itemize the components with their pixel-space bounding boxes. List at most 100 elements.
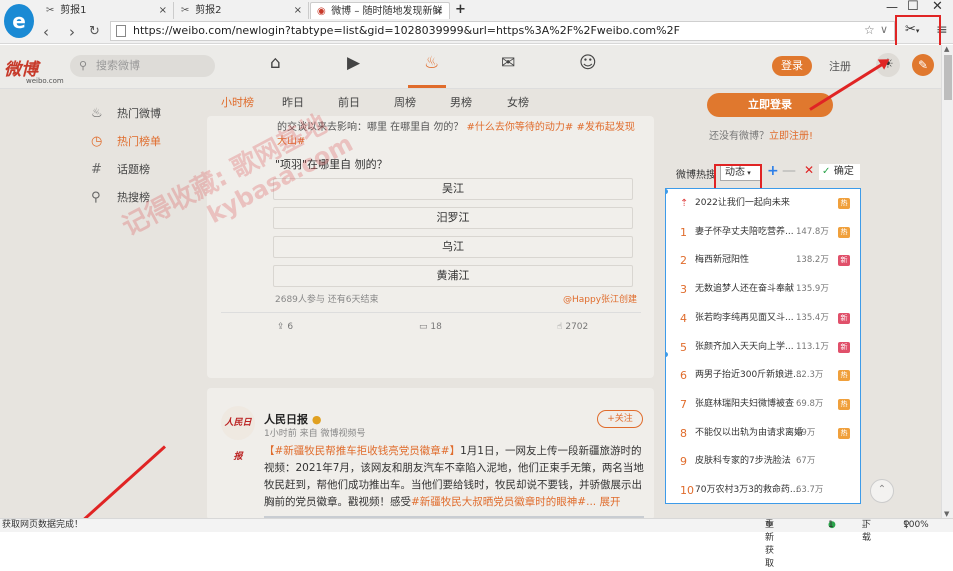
poll-topic-link[interactable]: #什么去你等待的动力# <box>467 122 574 133</box>
back-icon[interactable]: ‹ <box>43 23 49 41</box>
tab-hourly[interactable]: 小时榜 <box>221 90 254 116</box>
window-close-icon[interactable]: ✕ <box>932 0 943 14</box>
tab-clip-1[interactable]: ✂ 剪报1 × <box>40 2 174 19</box>
avatar[interactable]: 人民日报 <box>221 406 255 462</box>
refresh-icon[interactable]: ↻ <box>89 24 100 39</box>
plus-icon[interactable]: + <box>767 163 779 179</box>
hot-fire-icon[interactable]: ♨ <box>424 53 439 73</box>
hot-search-title[interactable]: 无数追梦人还在奋斗奉献 <box>695 275 794 304</box>
count-label: 1 <box>828 520 834 530</box>
hot-search-item[interactable]: 1 妻子怀孕丈夫陪吃营养... 147.8万热 <box>666 218 860 247</box>
compose-icon[interactable]: ✎ <box>912 54 934 76</box>
poll-option[interactable]: 吴江 <box>273 178 633 200</box>
search-icon: ⚲ <box>91 190 101 205</box>
hot-search-item[interactable]: 10 70万农村3万3的救命药... 63.7万 <box>666 476 860 503</box>
tab-day-before[interactable]: 前日 <box>338 90 360 116</box>
address-bar[interactable]: https://weibo.com/newlogin?tabtype=list&… <box>110 21 895 41</box>
close-icon[interactable]: × <box>435 3 443 20</box>
chevron-down-icon[interactable]: ∨ <box>880 23 888 36</box>
forward-icon[interactable]: › <box>69 23 75 41</box>
follow-button[interactable]: +关注 <box>597 410 643 428</box>
maximize-icon[interactable]: ☐ <box>907 0 919 14</box>
tab-male[interactable]: 男榜 <box>450 90 472 116</box>
header-register-link[interactable]: 注册 <box>829 58 851 74</box>
no-account-text: 还没有微博？立即注册! <box>709 127 813 142</box>
sidebar-item-hot-list[interactable]: ◷ 热门榜单 <box>87 128 202 156</box>
divider <box>221 312 641 313</box>
expand-link[interactable]: ... 展开 <box>586 496 620 508</box>
post-topic-link[interactable]: 【#新疆牧民帮推车拒收钱亮党员徽章#】 <box>264 445 460 457</box>
hot-search-item[interactable]: ⇡ 2022让我们一起向未来 热 <box>666 189 860 218</box>
like-button[interactable]: ☝ 2702 <box>557 322 588 332</box>
hot-search-item[interactable]: 8 不能仅以出轨为由请求离婚 69万 热 <box>666 419 860 448</box>
comment-count: 18 <box>430 322 442 332</box>
scroll-down-icon[interactable]: ▼ <box>944 510 949 518</box>
hot-search-title[interactable]: 张若昀李纯再见面又斗... <box>695 304 794 333</box>
comment-button[interactable]: ▭ 18 <box>419 322 442 332</box>
hot-search-item[interactable]: 3 无数追梦人还在奋斗奉献 135.9万 <box>666 275 860 304</box>
hot-search-title[interactable]: 不能仅以出轨为由请求离婚 <box>695 419 803 448</box>
cancel-icon[interactable]: ✕ <box>804 163 814 177</box>
hot-search-title[interactable]: 张颜齐加入天天向上学... <box>695 333 794 362</box>
post-topic-link-2[interactable]: #新疆牧民大叔晒党员徽章时的眼神# <box>411 496 586 508</box>
new-tab-button[interactable]: + <box>455 2 466 17</box>
favorite-star-icon[interactable]: ☆ <box>864 23 875 37</box>
hot-search-title[interactable]: 2022让我们一起向未来 <box>695 189 790 218</box>
mail-icon[interactable]: ✉ <box>501 53 515 73</box>
minus-icon[interactable]: — <box>782 163 796 179</box>
no-account-label: 还没有微博？ <box>709 131 769 142</box>
hot-search-item[interactable]: 5 张颜齐加入天天向上学... 113.1万新 <box>666 333 860 362</box>
video-icon[interactable]: ▶ <box>347 53 360 73</box>
sidebar-item-label: 热门榜单 <box>117 135 161 148</box>
user-icon[interactable]: ☺ <box>579 53 597 73</box>
browser-logo-icon[interactable]: e <box>4 4 34 38</box>
comment-icon: ▭ <box>419 322 431 332</box>
hot-badge: 热 <box>838 427 850 439</box>
hash-icon: # <box>91 162 102 177</box>
sidebar-item-hot-weibo[interactable]: ♨ 热门微博 <box>87 100 202 128</box>
close-icon[interactable]: × <box>294 2 302 19</box>
minimize-icon[interactable]: — <box>886 0 898 14</box>
hot-search-item[interactable]: 4 张若昀李纯再见面又斗... 135.4万新 <box>666 304 860 333</box>
home-icon[interactable]: ⌂ <box>270 53 281 73</box>
poll-intro: 的交谈以来去影响：哪里 在哪里自 勿的？ #什么去你等待的动力# #发布起发现 <box>277 118 635 133</box>
repost-icon: ⇪ <box>277 322 288 332</box>
hot-search-title[interactable]: 70万农村3万3的救命药... <box>695 476 799 503</box>
poll-option[interactable]: 黄浦江 <box>273 265 633 287</box>
repost-button[interactable]: ⇪ 6 <box>277 322 293 332</box>
poll-option[interactable]: 乌江 <box>273 236 633 258</box>
scroll-up-icon[interactable]: ▲ <box>944 45 949 53</box>
tab-weibo[interactable]: ◉ 微博 – 随时随地发现新鲜 × <box>310 2 450 19</box>
hot-search-title[interactable]: 张庭林瑞阳夫妇微博被查 <box>695 390 794 419</box>
header-login-button[interactable]: 登录 <box>772 56 812 76</box>
hot-search-title[interactable]: 梅西新冠阳性 <box>695 246 749 275</box>
hot-search-title[interactable]: 两男子抬近300斤新娘进... <box>695 361 802 390</box>
confirm-button[interactable]: ✓ 确定 <box>819 164 860 180</box>
search-input[interactable]: ⚲ 搜索微博 <box>70 55 215 77</box>
rank-number: 8 <box>680 426 687 440</box>
close-icon[interactable]: × <box>159 2 167 19</box>
scrollbar-thumb[interactable] <box>944 55 952 100</box>
author-name[interactable]: 人民日报 ● <box>264 411 321 427</box>
hot-search-title[interactable]: 皮肤科专家的7步洗脸法 <box>695 447 791 476</box>
tab-label: 微博 – 随时随地发现新鲜 <box>331 6 443 17</box>
hot-search-item[interactable]: 6 两男子抬近300斤新娘进... 82.3万 热 <box>666 361 860 390</box>
poll-creator[interactable]: @Happy张江创建 <box>563 292 637 305</box>
back-to-top-button[interactable]: ⌃ <box>870 479 894 503</box>
scrollbar[interactable]: ▲ ▼ <box>941 45 953 518</box>
register-link[interactable]: 立即注册! <box>769 131 813 142</box>
hot-search-item[interactable]: 7 张庭林瑞阳夫妇微博被查 69.8万 热 <box>666 390 860 419</box>
hot-search-item[interactable]: 9 皮肤科专家的7步洗脸法 67万 <box>666 447 860 476</box>
poll-topic-link-2[interactable]: #发布起发现 <box>577 122 635 133</box>
search-placeholder: 搜索微博 <box>96 59 140 72</box>
tab-clip-2[interactable]: ✂ 剪报2 × <box>175 2 309 19</box>
tab-female[interactable]: 女榜 <box>507 90 529 116</box>
like-count: 2702 <box>565 322 589 332</box>
weibo-header: 微博 weibo.com ⚲ 搜索微博 ⌂ ▶ ♨ ✉ ☺ 登录 注册 ☀ ✎ <box>0 45 941 89</box>
weibo-logo[interactable]: 微博 weibo.com <box>4 55 64 85</box>
poll-option[interactable]: 汨罗江 <box>273 207 633 229</box>
tab-label: 剪报2 <box>195 5 222 16</box>
hot-search-title[interactable]: 妻子怀孕丈夫陪吃营养... <box>695 218 794 247</box>
hot-search-item[interactable]: 2 梅西新冠阳性 138.2万新 <box>666 246 860 275</box>
tab-weekly[interactable]: 周榜 <box>394 90 416 116</box>
